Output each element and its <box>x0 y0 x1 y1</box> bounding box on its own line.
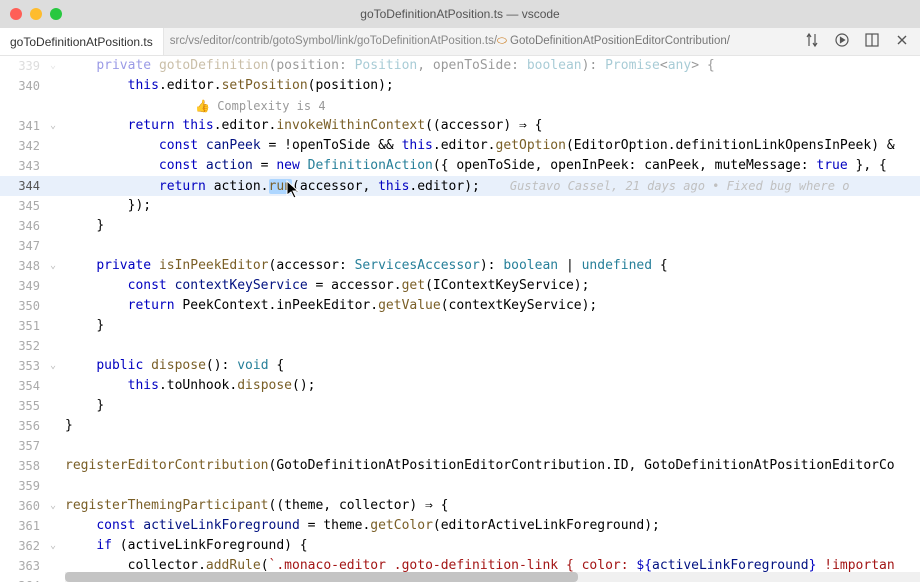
breadcrumb-path: src/vs/editor/contrib/gotoSymbol/link/go… <box>170 35 497 47</box>
line-number: 355 <box>0 396 50 416</box>
compare-icon[interactable] <box>804 32 820 51</box>
close-icon[interactable] <box>894 32 910 51</box>
line-number: 357 <box>0 436 50 456</box>
run-icon[interactable] <box>834 32 850 51</box>
line-number: 359 <box>0 476 50 496</box>
tab-label: goToDefinitionAtPosition.ts <box>10 35 153 49</box>
window-title: goToDefinitionAtPosition.ts — vscode <box>0 7 920 21</box>
line-number: 350 <box>0 296 50 316</box>
line-number: 360 <box>0 496 50 516</box>
editor-actions <box>794 32 920 51</box>
line-number: 361 <box>0 516 50 536</box>
horizontal-scrollbar[interactable] <box>65 572 920 582</box>
breadcrumb-symbol: GotoDefinitionAtPositionEditorContributi… <box>510 35 730 47</box>
line-number: 354 <box>0 376 50 396</box>
current-line: 344 return action.run(accessor, this.edi… <box>0 176 920 196</box>
tab-bar: goToDefinitionAtPosition.ts src/vs/edito… <box>0 28 920 56</box>
breadcrumb[interactable]: src/vs/editor/contrib/gotoSymbol/link/go… <box>164 35 794 48</box>
titlebar: goToDefinitionAtPosition.ts — vscode <box>0 0 920 28</box>
line-number: 341 <box>0 116 50 136</box>
codelens[interactable]: 👍 Complexity is 4 <box>65 96 920 116</box>
line-number: 358 <box>0 456 50 476</box>
line-number: 362 <box>0 536 50 556</box>
line-number: 346 <box>0 216 50 236</box>
line-number: 356 <box>0 416 50 436</box>
scrollbar-thumb[interactable] <box>65 572 578 582</box>
git-blame[interactable]: Gustavo Cassel, 21 days ago • Fixed bug … <box>480 179 850 193</box>
line-number: 352 <box>0 336 50 356</box>
line-number: 364 <box>0 576 50 582</box>
line-number: 349 <box>0 276 50 296</box>
line-number: 347 <box>0 236 50 256</box>
codelens-icon: 👍 <box>195 99 210 113</box>
line-number: 344 <box>0 176 50 196</box>
split-editor-icon[interactable] <box>864 32 880 51</box>
line-number: 345 <box>0 196 50 216</box>
selected-token[interactable]: run <box>269 179 292 194</box>
line-number: 339 <box>0 56 50 76</box>
line-number: 342 <box>0 136 50 156</box>
codelens-text: Complexity is 4 <box>217 99 325 113</box>
line-number: 348 <box>0 256 50 276</box>
line-number: 351 <box>0 316 50 336</box>
tab-file[interactable]: goToDefinitionAtPosition.ts <box>0 28 164 55</box>
line-number: 363 <box>0 556 50 576</box>
line-number: 343 <box>0 156 50 176</box>
line-number: 353 <box>0 356 50 376</box>
code-editor[interactable]: 339⌄ private gotoDefinition(position: Po… <box>0 56 920 582</box>
line-number: 340 <box>0 76 50 96</box>
